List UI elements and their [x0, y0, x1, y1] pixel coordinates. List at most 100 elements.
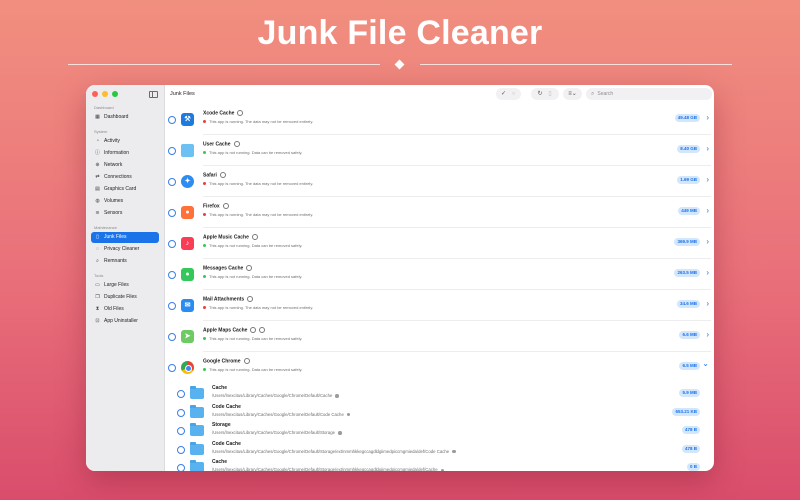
- chevron-right-icon[interactable]: ›: [706, 145, 709, 153]
- junk-row-firefox[interactable]: ● Firefox This app is running. The data ma…: [165, 197, 714, 228]
- sidebar-item-dashboard[interactable]: ▦ Dashboard: [91, 112, 159, 124]
- reveal-in-finder-icon[interactable]: [335, 394, 339, 398]
- refresh-icon[interactable]: ↻: [535, 88, 545, 100]
- info-icon[interactable]: [246, 265, 253, 271]
- junk-row-apple-music-cache[interactable]: ♪ Apple Music Cache This app is not runnin…: [165, 228, 714, 259]
- select-checkbox[interactable]: [177, 390, 185, 398]
- volumes-icon: ◍: [95, 197, 100, 204]
- info-icon[interactable]: [219, 172, 226, 178]
- sidebar-item-information[interactable]: ⓘ Information: [91, 148, 159, 160]
- sidebar-item-label: Privacy Cleaner: [104, 246, 140, 253]
- junk-item-name: User Cache: [203, 141, 240, 147]
- toolbar: Junk Files ✓ ○ ↻ ▯ ≡⌄ ⌕ Search: [165, 85, 714, 104]
- main-panel: Junk Files ✓ ○ ↻ ▯ ≡⌄ ⌕ Search ⚒ Xcode Ca…: [165, 85, 714, 471]
- running-status-dot: [203, 213, 206, 217]
- chevron-right-icon[interactable]: ›: [706, 176, 709, 184]
- reveal-in-finder-icon[interactable]: [338, 431, 342, 435]
- info-icon[interactable]: [233, 141, 240, 147]
- select-checkbox[interactable]: [168, 240, 176, 248]
- junk-row-safari[interactable]: ✦ Safari This app is running. The data may…: [165, 166, 714, 197]
- sidebar-item-label: Duplicate Files: [104, 294, 137, 301]
- sidebar-item-network[interactable]: ⊕ Network: [91, 160, 159, 172]
- chevron-down-icon[interactable]: ⌄: [702, 360, 709, 368]
- chrome-subitem-row[interactable]: Cache/Users/lnexcitus/Library/Caches/Goo…: [165, 458, 714, 471]
- deselect-icon[interactable]: ○: [509, 88, 519, 100]
- folder-icon: [190, 386, 204, 399]
- junk-row-mail-attachments[interactable]: ✉ Mail Attachments This app is running. Th…: [165, 290, 714, 321]
- close-window-button[interactable]: [92, 91, 98, 97]
- sidebar-item-old-files[interactable]: ⧗ Old Files: [91, 304, 159, 316]
- chevron-right-icon[interactable]: ›: [706, 331, 709, 339]
- subitem-path: /Users/lnexcitus/Library/Caches/Google/C…: [212, 393, 339, 398]
- reveal-in-finder-icon[interactable]: [452, 449, 456, 454]
- info-icon[interactable]: [243, 358, 250, 364]
- zoom-window-button[interactable]: [112, 91, 118, 97]
- select-all-icon[interactable]: ✓: [499, 88, 509, 100]
- sidebar-item-sensors[interactable]: ≋ Sensors: [91, 208, 159, 220]
- chevron-right-icon[interactable]: ›: [706, 114, 709, 122]
- info-icon[interactable]: [237, 110, 244, 116]
- junk-row-xcode-cache[interactable]: ⚒ Xcode Cache This app is running. The dat…: [165, 104, 714, 135]
- select-checkbox[interactable]: [168, 302, 176, 310]
- junk-item-status: This app is not running. Data can be rem…: [203, 336, 302, 341]
- trash-icon[interactable]: ▯: [545, 88, 555, 100]
- reveal-in-finder-icon[interactable]: [440, 468, 445, 471]
- select-checkbox[interactable]: [168, 333, 176, 341]
- sidebar-item-connections[interactable]: ⇄ Connections: [91, 172, 159, 184]
- sidebar-item-remnants[interactable]: ⌕ Remnants: [91, 256, 159, 268]
- select-checkbox[interactable]: [168, 271, 176, 279]
- sidebar-item-large-files[interactable]: ▭ Large Files: [91, 280, 159, 292]
- junk-item-name: Apple Maps Cache: [203, 327, 266, 333]
- select-checkbox[interactable]: [168, 364, 176, 372]
- safari-icon: ✦: [181, 175, 194, 188]
- junk-row-messages-cache[interactable]: ● Messages Cache This app is not running. …: [165, 259, 714, 290]
- sidebar-item-privacy-cleaner[interactable]: ◌ Privacy Cleaner: [91, 244, 159, 256]
- mail-icon: ✉: [181, 299, 194, 312]
- chrome-subitem-row[interactable]: Storage/Users/lnexcitus/Library/Caches/G…: [165, 421, 714, 440]
- sidebar-item-junk-files[interactable]: ▯ Junk Files: [91, 231, 159, 243]
- sidebar-item-duplicate-files[interactable]: ❐ Duplicate Files: [91, 292, 159, 304]
- sort-menu[interactable]: ≡⌄: [563, 88, 582, 100]
- junk-row-apple-maps-cache[interactable]: ➤ Apple Maps Cache This app is not running…: [165, 321, 714, 352]
- info-icon[interactable]: [259, 327, 266, 333]
- chrome-subitem-row[interactable]: Cache/Users/lnexcitus/Library/Caches/Goo…: [165, 384, 714, 403]
- select-checkbox[interactable]: [177, 408, 185, 417]
- select-checkbox[interactable]: [168, 116, 176, 124]
- info-icon[interactable]: [251, 234, 258, 240]
- chrome-subitem-row[interactable]: Code Cache/Users/lnexcitus/Library/Cache…: [165, 403, 714, 422]
- select-checkbox[interactable]: [177, 445, 185, 454]
- sidebar-item-graphics-card[interactable]: ▤ Graphics Card: [91, 184, 159, 196]
- safe-status-dot: [203, 151, 206, 155]
- search-icon: ⌕: [591, 90, 595, 97]
- sidebar-item-volumes[interactable]: ◍ Volumes: [91, 196, 159, 208]
- reveal-in-finder-icon[interactable]: [346, 412, 351, 417]
- search-field[interactable]: ⌕ Search: [586, 88, 712, 100]
- select-checkbox[interactable]: [168, 178, 176, 186]
- select-checkbox[interactable]: [177, 464, 185, 471]
- info-icon[interactable]: [222, 203, 229, 209]
- junk-row-user-cache[interactable]: User Cache This app is not running. Data …: [165, 135, 714, 166]
- sidebar-item-app-uninstaller[interactable]: ⊡ App Uninstaller: [91, 316, 159, 328]
- select-checkbox[interactable]: [177, 427, 185, 436]
- chevron-right-icon[interactable]: ›: [706, 300, 709, 308]
- minimize-window-button[interactable]: [102, 91, 108, 97]
- sidebar-toggle-icon[interactable]: [149, 91, 158, 98]
- select-checkbox[interactable]: [168, 147, 176, 155]
- junk-item-label: Xcode Cache: [203, 110, 235, 117]
- sidebar-item-label: Graphics Card: [104, 186, 137, 193]
- info-icon[interactable]: [247, 296, 254, 302]
- select-checkbox[interactable]: [168, 209, 176, 217]
- sidebar-item-label: Sensors: [104, 210, 123, 217]
- chevron-right-icon[interactable]: ›: [706, 238, 709, 246]
- chrome-subitem-row[interactable]: Code Cache/Users/lnexcitus/Library/Cache…: [165, 440, 714, 459]
- junk-item-name: Xcode Cache: [203, 110, 244, 117]
- sidebar-item-activity[interactable]: ◔ Activity: [91, 136, 159, 148]
- chevron-right-icon[interactable]: ›: [706, 269, 709, 277]
- graphics-card-icon: ▤: [95, 185, 100, 192]
- sidebar: Dashboard ▦ Dashboard System ◔ Activity ⓘ Infor…: [86, 85, 165, 471]
- chevron-right-icon[interactable]: ›: [706, 207, 709, 215]
- junk-row-google-chrome[interactable]: Google Chrome This app is not running. Da…: [165, 352, 714, 383]
- subitem-name: Cache: [212, 385, 228, 391]
- running-status-dot: [203, 120, 206, 124]
- select-group: ✓ ○: [496, 88, 521, 100]
